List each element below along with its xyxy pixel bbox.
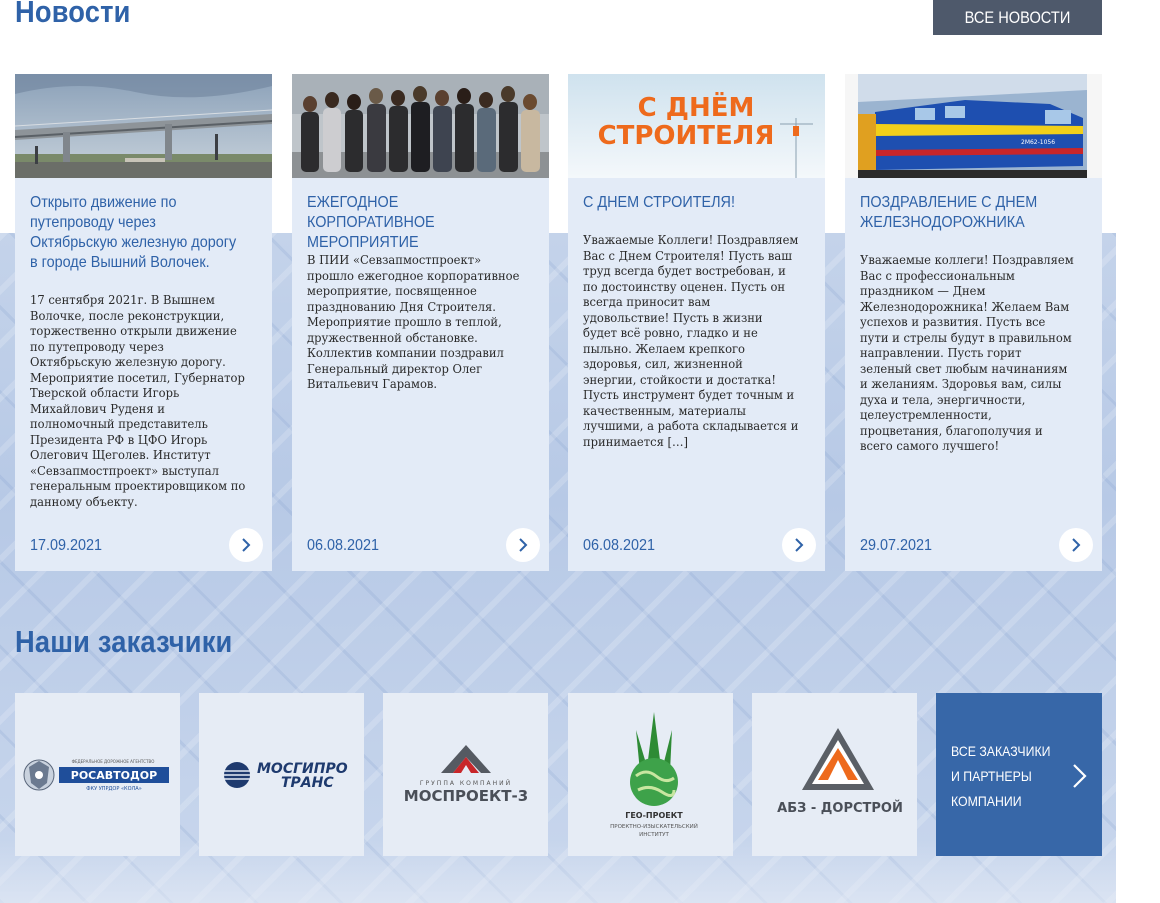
svg-text:ТРАНС: ТРАНС [281,775,334,791]
news-card-date: 06.08.2021 [583,537,656,554]
svg-text:МОСПРОЕКТ-3: МОСПРОЕКТ-3 [403,787,527,805]
emblem-icon [23,759,54,790]
chevron-right-icon [795,538,804,552]
svg-text:ГЕО-ПРОЕКТ: ГЕО-ПРОЕКТ [625,811,683,820]
news-card-date: 06.08.2021 [307,537,380,554]
globe-icon [223,761,250,788]
all-clients-button[interactable]: Все заказчики и партнеры компании [936,693,1102,856]
news-card-title[interactable]: ПОЗДРАВЛЕНИЕ С ДНЕМ ЖЕЛЕЗНОДОРОЖНИКА [860,193,1069,233]
news-card-text: 17 сентября 2021г. В Вышнем Волочке, пос… [30,292,246,509]
news-section-title: Новости [15,0,131,29]
news-card[interactable]: 2М62-1056 ПОЗДРАВЛЕНИЕ С ДНЕМ ЖЕЛЕЗНОДОР… [845,74,1102,571]
news-card[interactable]: С ДНЁМ СТРОИТЕЛЯ С ДНЕМ СТРОИТЕЛЯ! Уважа… [568,74,825,571]
locomotive-number: 2М62-1056 [1021,139,1055,146]
svg-text:ФЕДЕРАЛЬНОЕ ДОРОЖНОЕ АГЕНТСТВО: ФЕДЕРАЛЬНОЕ ДОРОЖНОЕ АГЕНТСТВО [71,759,154,764]
news-card-date: 17.09.2021 [30,537,103,554]
chevron-right-icon [242,538,251,552]
svg-text:ФКУ УПРДОР «КОЛА»: ФКУ УПРДОР «КОЛА» [86,786,142,792]
mountain-logo-icon [440,744,491,773]
news-image-builder-day[interactable]: С ДНЁМ СТРОИТЕЛЯ [568,74,825,178]
news-card-title[interactable]: С ДНЕМ СТРОИТЕЛЯ! [583,193,792,213]
read-more-button[interactable] [229,528,263,562]
news-card-title[interactable]: Открыто движение по путепроводу через Ок… [30,193,239,273]
image-caption-line1: С ДНЁМ [638,91,755,123]
svg-text:ПРОЕКТНО-ИЗЫСКАТЕЛЬСКИЙ: ПРОЕКТНО-ИЗЫСКАТЕЛЬСКИЙ [610,823,698,830]
tower-globe-icon [629,711,678,806]
news-image-group-photo[interactable] [292,74,549,178]
client-logo-mosgiprotrans[interactable]: МОСГИПРО ТРАНС [199,693,364,856]
read-more-button[interactable] [506,528,540,562]
chevron-right-icon [519,538,528,552]
chevron-right-icon [1073,764,1087,788]
svg-text:РОСАВТОДОР: РОСАВТОДОР [70,769,156,782]
svg-text:ИНСТИТУТ: ИНСТИТУТ [639,832,669,838]
client-logo-abz-dorstroy[interactable]: АБЗ - ДОРСТРОЙ [752,693,917,856]
all-news-label: Все новости [964,7,1071,27]
news-card-text: В ПИИ «Севзапмостпроект» прошло ежегодно… [307,252,520,391]
news-card-date: 29.07.2021 [860,537,933,554]
client-logo-geo-proekt[interactable]: ГЕО-ПРОЕКТ ПРОЕКТНО-ИЗЫСКАТЕЛЬСКИЙ ИНСТИ… [568,693,733,856]
all-news-button[interactable]: Все новости [933,0,1102,35]
news-card-title[interactable]: ЕЖЕГОДНОЕ КОРПОРАТИВНОЕ МЕРОПРИЯТИЕ [307,193,516,253]
read-more-button[interactable] [1059,528,1093,562]
news-card[interactable]: Открыто движение по путепроводу через Ок… [15,74,272,571]
all-clients-label: Все заказчики и партнеры компании [951,743,1051,809]
news-image-bridge[interactable] [15,74,272,178]
news-image-locomotive[interactable]: 2М62-1056 [845,74,1102,178]
client-logo-mosproekt-3[interactable]: ГРУППА КОМПАНИЙ МОСПРОЕКТ-3 [383,693,548,856]
chevron-right-icon [1072,538,1081,552]
image-caption-line2: СТРОИТЕЛЯ [598,121,775,151]
svg-text:ГРУППА КОМПАНИЙ: ГРУППА КОМПАНИЙ [419,780,511,787]
client-logo-rosavtodor[interactable]: ФЕДЕРАЛЬНОЕ ДОРОЖНОЕ АГЕНТСТВО РОСАВТОДО… [15,693,180,856]
svg-text:АБЗ - ДОРСТРОЙ: АБЗ - ДОРСТРОЙ [777,800,903,816]
news-card[interactable]: ЕЖЕГОДНОЕ КОРПОРАТИВНОЕ МЕРОПРИЯТИЕ В ПИ… [292,74,549,571]
news-card-text: Уважаемые Коллеги! Поздравляем Вас с Дне… [583,232,799,449]
clients-section-title: Наши заказчики [15,624,233,659]
read-more-button[interactable] [782,528,816,562]
news-card-text: Уважаемые коллеги! Поздравляем Вас с про… [860,252,1074,453]
road-triangle-icon [801,727,874,790]
